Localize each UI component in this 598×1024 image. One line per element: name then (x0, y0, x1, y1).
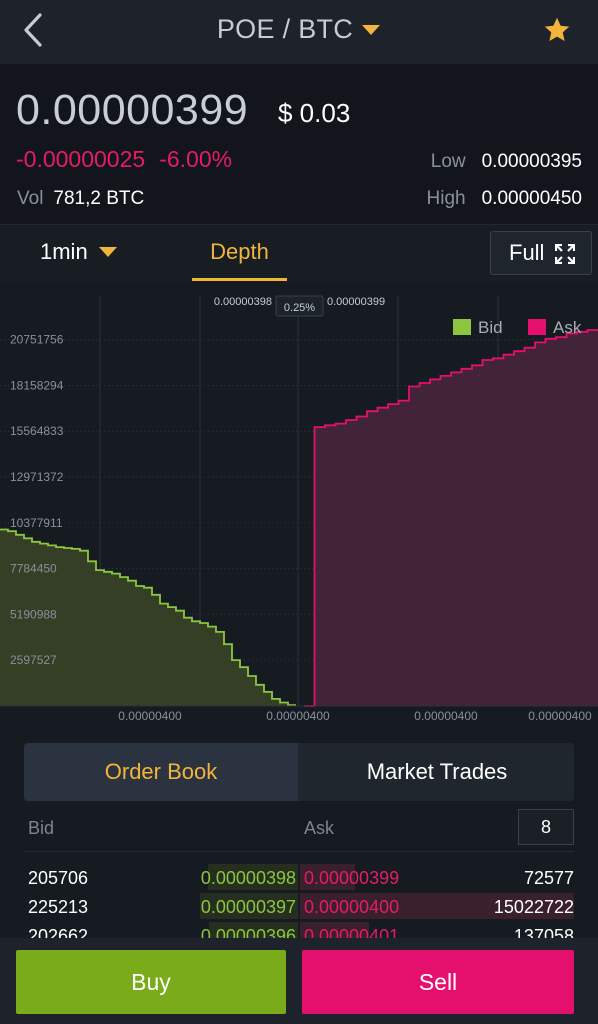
bid-amount: 225213 (28, 897, 89, 917)
interval-label: 1min (40, 239, 88, 264)
volume: Vol 781,2 BTC (17, 188, 144, 210)
low-label: Low (430, 151, 466, 172)
bid-price: 0.00000396 (200, 926, 296, 938)
y-tick-label: 15564833 (10, 424, 64, 438)
spread-label: 0.25% (284, 302, 315, 314)
ask-price: 0.00000400 (304, 897, 400, 917)
ticker-panel: 0.00000399 $ 0.03 -0.00000025 -6.00% Vol 7… (0, 64, 598, 224)
last-price: 0.00000399 (16, 86, 249, 134)
legend-ask-swatch (528, 319, 546, 335)
x-tick-label: 0.00000400 (266, 709, 330, 723)
ask-amount: 15022722 (493, 897, 574, 917)
low-price: Low 0.00000395 (431, 151, 582, 173)
legend-ask-label: Ask (553, 318, 582, 337)
caret-down-icon (361, 12, 381, 43)
x-tick-label: 0.00000400 (118, 709, 182, 723)
y-tick-label: 12971372 (10, 470, 64, 484)
favorite-button[interactable] (542, 15, 572, 45)
divider (24, 851, 574, 852)
legend-bid-swatch (453, 319, 471, 335)
ask-area-fill (304, 330, 598, 706)
high-label: High (426, 188, 466, 209)
caret-down-icon (98, 238, 118, 264)
y-tick-label: 5190988 (10, 607, 57, 621)
sell-button[interactable]: Sell (302, 950, 574, 1014)
ask-amount: 137058 (513, 926, 574, 938)
bid-price: 0.00000398 (200, 868, 296, 888)
high-value: 0.00000450 (481, 188, 582, 209)
tab-market-trades[interactable]: Market Trades (300, 743, 574, 801)
y-tick-label: 20751756 (10, 333, 64, 347)
x-tick-label: 0.00000400 (414, 709, 478, 723)
tab-interval[interactable]: 1min (40, 239, 118, 265)
bid-price: 0.00000397 (200, 897, 296, 917)
usd-value: $ 0.03 (278, 98, 351, 128)
bid-amount: 202662 (28, 926, 89, 938)
pair-selector[interactable]: POE / BTC (0, 14, 598, 45)
y-tick-label: 18158294 (10, 378, 64, 392)
low-value: 0.00000395 (481, 151, 582, 172)
high-price: High 0.00000450 (427, 188, 582, 210)
order-book-rows: 205706 0.00000398 0.00000399 72577 225213 0.0… (0, 862, 598, 938)
fullscreen-label: Full (509, 240, 545, 265)
order-book-header: Bid Ask 8 (0, 808, 598, 852)
ask-price: 0.00000399 (304, 868, 400, 888)
price-change: -0.00000025 -6.00% (16, 146, 232, 173)
bid-column-header: Bid (28, 818, 55, 838)
y-tick-label: 7784450 (10, 562, 57, 576)
top-nav-bar: POE / BTC (0, 0, 598, 64)
depth-selector[interactable]: 8 (518, 809, 574, 845)
legend-bid-label: Bid (478, 318, 503, 337)
fullscreen-button[interactable]: Full (490, 231, 592, 275)
expand-icon (555, 244, 575, 264)
buy-button[interactable]: Buy (16, 950, 286, 1014)
pair-title: POE / BTC (216, 14, 354, 44)
order-book-row[interactable]: 225213 0.00000397 0.00000400 15022722 (0, 891, 598, 920)
active-tab-indicator (192, 278, 287, 281)
ask-column-header: Ask (304, 818, 335, 838)
bid-amount: 205706 (28, 868, 89, 888)
volume-value: 781,2 BTC (53, 188, 145, 209)
action-bar: Buy Sell (0, 938, 598, 1024)
y-tick-label: 2597527 (10, 653, 57, 667)
volume-label: Vol (17, 188, 44, 209)
ask-price: 0.00000401 (304, 926, 400, 938)
x-tick-label: 0.00000400 (528, 709, 592, 723)
order-book-row[interactable]: 202662 0.00000396 0.00000401 137058 (0, 920, 598, 938)
ask-amount: 72577 (523, 868, 574, 888)
change-absolute: -0.00000025 (16, 146, 146, 172)
depth-chart[interactable]: 20751756 18158294 15564833 12971372 10377911… (0, 282, 598, 726)
y-tick-label: 10377911 (10, 516, 63, 530)
depth-chart-svg: 20751756 18158294 15564833 12971372 10377911… (0, 295, 598, 723)
top-ask-price-label: 0.00000399 (327, 296, 385, 308)
top-bid-price-label: 0.00000398 (214, 296, 272, 308)
order-book-row[interactable]: 205706 0.00000398 0.00000399 72577 (0, 862, 598, 891)
chart-tabs: 1min Depth Full (0, 224, 598, 282)
tab-order-book[interactable]: Order Book (24, 743, 298, 801)
change-percent: -6.00% (159, 146, 233, 172)
tab-depth[interactable]: Depth (192, 239, 287, 265)
star-icon (544, 17, 570, 41)
